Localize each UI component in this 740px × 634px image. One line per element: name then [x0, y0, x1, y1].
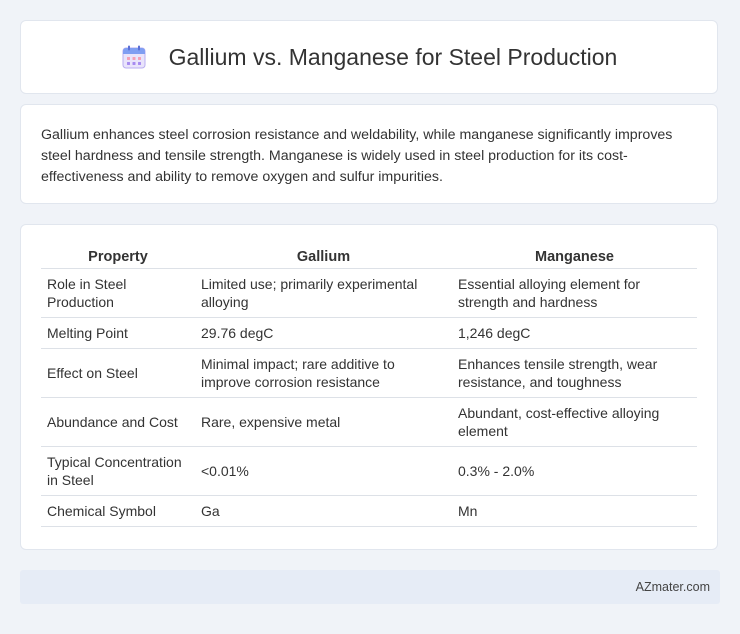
table-row: Chemical Symbol Ga Mn [41, 495, 697, 527]
source-label: AZmater.com [635, 580, 710, 594]
gallium-cell: Ga [195, 495, 452, 527]
manganese-cell: Enhances tensile strength, wear resistan… [452, 348, 697, 398]
table-row: Typical Concentration in Steel <0.01% 0.… [41, 446, 697, 496]
property-cell: Effect on Steel [41, 348, 195, 398]
header-gallium: Gallium [195, 243, 452, 269]
manganese-cell: Mn [452, 495, 697, 527]
manganese-cell: 0.3% - 2.0% [452, 446, 697, 496]
footer-bar: AZmater.com [20, 570, 720, 604]
table-row: Role in Steel Production Limited use; pr… [41, 268, 697, 318]
property-cell: Role in Steel Production [41, 268, 195, 318]
gallium-cell: <0.01% [195, 446, 452, 496]
header-property: Property [41, 243, 195, 269]
gallium-cell: Minimal impact; rare additive to improve… [195, 348, 452, 398]
gallium-cell: 29.76 degC [195, 317, 452, 349]
manganese-cell: Abundant, cost-effective alloying elemen… [452, 397, 697, 447]
property-cell: Typical Concentration in Steel [41, 446, 195, 496]
title-card: Gallium vs. Manganese for Steel Producti… [20, 20, 718, 94]
gallium-cell: Limited use; primarily experimental allo… [195, 268, 452, 318]
gallium-cell: Rare, expensive metal [195, 397, 452, 447]
header-manganese: Manganese [452, 243, 697, 269]
manganese-cell: 1,246 degC [452, 317, 697, 349]
table-row: Melting Point 29.76 degC 1,246 degC [41, 317, 697, 349]
property-cell: Chemical Symbol [41, 495, 195, 527]
comparison-card: Property Gallium Manganese Role in Steel… [20, 224, 718, 550]
table-row: Abundance and Cost Rare, expensive metal… [41, 397, 697, 447]
summary-card: Gallium enhances steel corrosion resista… [20, 104, 718, 204]
summary-text: Gallium enhances steel corrosion resista… [41, 127, 673, 185]
calendar-icon [122, 45, 146, 69]
page-title: Gallium vs. Manganese for Steel Producti… [168, 43, 618, 70]
table-row: Effect on Steel Minimal impact; rare add… [41, 348, 697, 398]
manganese-cell: Essential alloying element for strength … [452, 268, 697, 318]
property-cell: Abundance and Cost [41, 397, 195, 447]
comparison-table: Property Gallium Manganese Role in Steel… [41, 243, 697, 527]
property-cell: Melting Point [41, 317, 195, 349]
table-header-row: Property Gallium Manganese [41, 243, 697, 269]
